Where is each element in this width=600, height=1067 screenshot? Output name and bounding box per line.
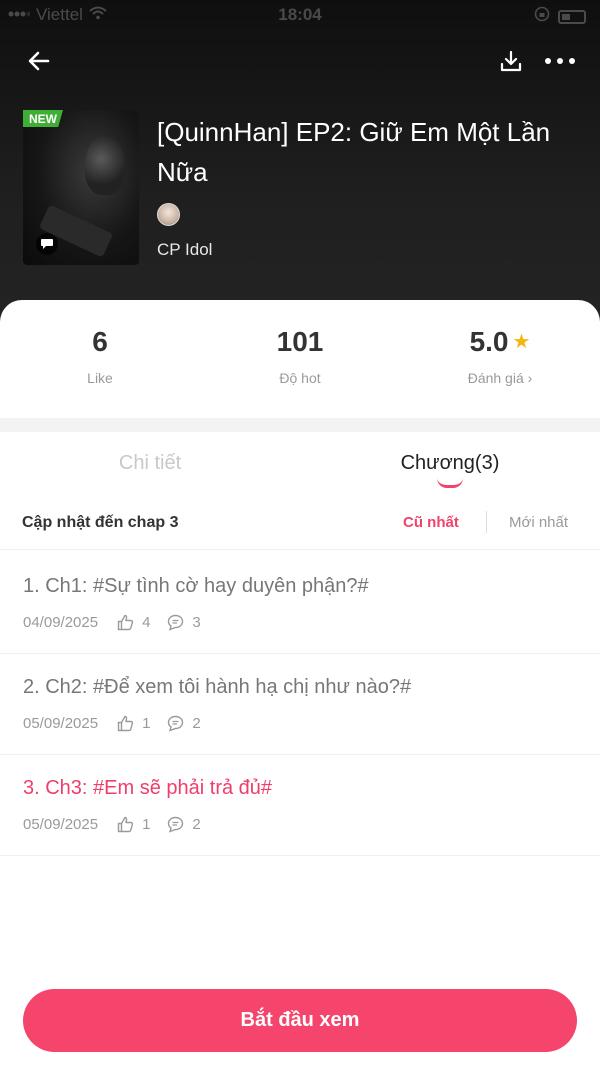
comment-icon [166,815,184,833]
status-bar: Viettel 18:04 [0,0,600,32]
stats-row: 6 Like 101 Độ hot 5.0 ★ Đánh giá › [0,300,600,418]
rating-label: Đánh giá › [467,370,533,386]
thumbs-up-icon [116,815,134,833]
battery-icon [558,9,586,24]
chapter-row-current[interactable]: 3. Ch3: #Em sẽ phải trả đủ# 05/09/2025 1… [0,755,600,856]
chapter-title: 2. Ch2: #Để xem tôi hành hạ chị như nào?… [23,676,412,698]
chapter-comments: 2 [192,714,201,732]
chapter-meta: 05/09/2025 1 2 [23,815,217,833]
hero-header: Viettel 18:04 NEW [QuinnHan] EP2: Giữ Em… [0,0,600,330]
chapter-row[interactable]: 2. Ch2: #Để xem tôi hành hạ chị như nào?… [0,654,600,755]
chapter-likes: 1 [142,815,151,833]
book-title: [QuinnHan] EP2: Giữ Em Một Lần Nữa [157,117,551,187]
stat-rating[interactable]: 5.0 ★ Đánh giá › [400,326,600,386]
rating-value: 5.0 [469,326,509,357]
thumbs-up-icon [116,613,134,631]
chapter-comments: 3 [192,613,201,631]
thumbs-up-icon [116,714,134,732]
chapter-title: 3. Ch3: #Em sẽ phải trả đủ# [23,777,273,799]
chapter-likes: 4 [142,613,151,631]
chapter-list-header: Cập nhật đến chap 3 Cũ nhất Mới nhất [0,498,600,550]
star-icon: ★ [512,331,531,353]
stat-hot: 101 Độ hot [200,326,400,386]
chapter-title: 1. Ch1: #Sự tình cờ hay duyên phận?# [23,575,369,597]
back-arrow-icon [28,51,50,71]
chapter-comments: 2 [192,815,201,833]
chapter-row[interactable]: 1. Ch1: #Sự tình cờ hay duyên phận?# 04/… [0,553,600,654]
hot-count: 101 [276,326,324,357]
like-label: Like [87,370,113,386]
lock-rotation-icon [534,6,550,27]
chat-bubble-icon [36,233,58,255]
tab-bar: Chi tiết Chương(3) [0,432,600,498]
sort-newest-button[interactable]: Mới nhất [509,514,568,531]
chapter-date: 05/09/2025 [23,714,99,732]
author-name[interactable]: CP Idol [157,240,212,260]
chapter-date: 04/09/2025 [23,613,99,631]
comment-icon [166,714,184,732]
comment-icon [166,613,184,631]
tab-details[interactable]: Chi tiết [0,452,300,475]
download-icon [500,50,522,72]
download-button[interactable] [496,46,526,76]
more-button[interactable] [540,46,580,76]
author-avatar[interactable] [157,203,180,226]
new-badge: NEW [23,110,63,127]
more-icon [545,58,575,64]
sort-divider [486,511,487,533]
chapter-meta: 05/09/2025 1 2 [23,714,217,732]
status-right [534,6,586,27]
update-status: Cập nhật đến chap 3 [22,514,179,531]
chapter-date: 05/09/2025 [23,815,99,833]
chapter-likes: 1 [142,714,151,732]
cover-art-glass [85,135,125,195]
sort-oldest-button[interactable]: Cũ nhất [403,514,459,531]
tab-chapters[interactable]: Chương(3) [300,452,600,475]
section-divider [0,418,600,432]
back-button[interactable] [22,44,56,78]
start-reading-button[interactable]: Bắt đầu xem [23,989,577,1052]
stat-like: 6 Like [0,326,200,386]
chapter-meta: 04/09/2025 4 3 [23,613,217,631]
hot-label: Độ hot [279,370,321,386]
like-count: 6 [92,326,108,357]
clock: 18:04 [278,5,322,24]
